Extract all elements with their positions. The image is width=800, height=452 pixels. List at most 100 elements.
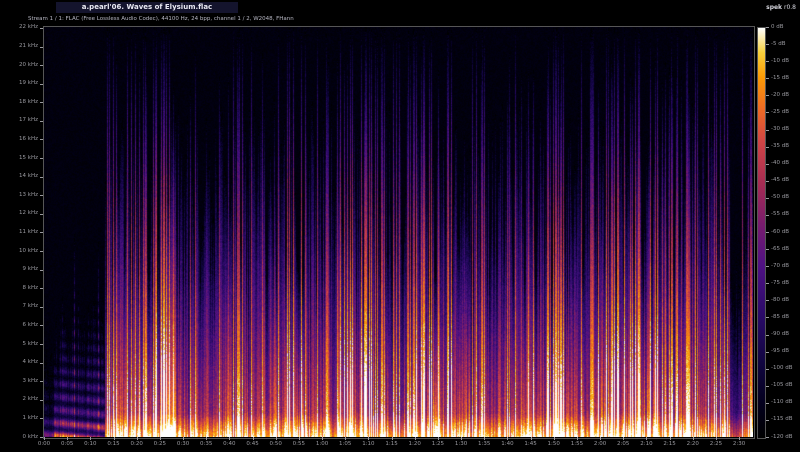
freq-tick-label: 17 kHz [0, 117, 38, 124]
freq-tick-label: 2 kHz [0, 396, 38, 403]
db-tick-mark [766, 232, 769, 233]
time-tick-mark [600, 437, 601, 440]
db-tick-label: -5 dB [771, 41, 786, 48]
freq-tick-label: 8 kHz [0, 285, 38, 292]
time-tick-label: 0:00 [38, 441, 50, 448]
app-name: spek [766, 4, 782, 11]
freq-tick-label: 19 kHz [0, 80, 38, 87]
time-tick-mark [461, 437, 462, 440]
time-tick-label: 2:30 [733, 441, 745, 448]
freq-tick-mark [40, 84, 43, 85]
db-tick-mark [766, 147, 769, 148]
time-tick-label: 1:35 [478, 441, 490, 448]
freq-tick-label: 6 kHz [0, 322, 38, 329]
db-tick-mark [766, 403, 769, 404]
freq-tick-mark [40, 418, 43, 419]
db-tick-label: -65 dB [771, 246, 789, 253]
time-tick-mark [183, 437, 184, 440]
db-tick-label: -100 dB [771, 365, 793, 372]
time-tick-mark [392, 437, 393, 440]
time-tick-label: 1:05 [339, 441, 351, 448]
app-version-label: spek r0.8 [766, 4, 796, 11]
time-tick-label: 2:00 [594, 441, 606, 448]
time-tick-mark [623, 437, 624, 440]
time-tick-mark [484, 437, 485, 440]
time-tick-label: 2:20 [687, 441, 699, 448]
freq-tick-label: 9 kHz [0, 266, 38, 273]
time-tick-mark [137, 437, 138, 440]
time-tick-mark [44, 437, 45, 440]
freq-tick-label: 1 kHz [0, 415, 38, 422]
time-tick-mark [577, 437, 578, 440]
db-tick-mark [766, 78, 769, 79]
freq-tick-mark [40, 288, 43, 289]
freq-tick-label: 10 kHz [0, 248, 38, 255]
freq-tick-mark [40, 232, 43, 233]
db-tick-label: -20 dB [771, 92, 789, 99]
freq-tick-mark [40, 325, 43, 326]
freq-tick-label: 15 kHz [0, 155, 38, 162]
db-tick-mark [766, 266, 769, 267]
track-title: a.pearl'06. Waves of Elysium.flac [58, 3, 236, 11]
time-tick-label: 0:55 [293, 441, 305, 448]
freq-tick-label: 0 kHz [0, 434, 38, 441]
time-tick-mark [114, 437, 115, 440]
db-tick-label: -110 dB [771, 399, 793, 406]
time-tick-label: 0:20 [130, 441, 142, 448]
time-tick-mark [229, 437, 230, 440]
db-tick-label: -75 dB [771, 280, 789, 287]
db-tick-mark [766, 44, 769, 45]
db-tick-mark [766, 249, 769, 250]
time-tick-mark [345, 437, 346, 440]
freq-tick-mark [40, 344, 43, 345]
time-tick-label: 2:25 [710, 441, 722, 448]
time-tick-mark [646, 437, 647, 440]
freq-tick-label: 7 kHz [0, 303, 38, 310]
db-tick-label: -120 dB [771, 434, 793, 441]
freq-tick-mark [40, 251, 43, 252]
time-tick-label: 0:25 [154, 441, 166, 448]
freq-tick-label: 22 kHz [0, 24, 38, 31]
db-tick-mark [766, 283, 769, 284]
time-tick-label: 0:30 [177, 441, 189, 448]
time-tick-mark [693, 437, 694, 440]
freq-tick-label: 14 kHz [0, 173, 38, 180]
time-tick-label: 2:15 [663, 441, 675, 448]
freq-tick-mark [40, 28, 43, 29]
db-tick-label: -30 dB [771, 126, 789, 133]
freq-tick-label: 16 kHz [0, 136, 38, 143]
time-tick-mark [415, 437, 416, 440]
db-tick-label: -60 dB [771, 229, 789, 236]
spek-window: a.pearl'06. Waves of Elysium.flac Stream… [0, 0, 800, 452]
spectrogram-canvas [44, 27, 753, 437]
db-tick-label: -105 dB [771, 382, 793, 389]
freq-tick-label: 18 kHz [0, 99, 38, 106]
db-tick-label: -50 dB [771, 194, 789, 201]
freq-tick-mark [40, 307, 43, 308]
db-tick-mark [766, 335, 769, 336]
db-tick-mark [766, 420, 769, 421]
db-tick-mark [766, 27, 769, 28]
freq-tick-label: 21 kHz [0, 43, 38, 50]
freq-tick-mark [40, 214, 43, 215]
freq-tick-label: 3 kHz [0, 378, 38, 385]
freq-tick-label: 12 kHz [0, 210, 38, 217]
freq-tick-label: 4 kHz [0, 359, 38, 366]
freq-tick-mark [40, 47, 43, 48]
time-tick-mark [206, 437, 207, 440]
time-tick-mark [716, 437, 717, 440]
db-tick-label: -90 dB [771, 331, 789, 338]
freq-tick-mark [40, 270, 43, 271]
db-tick-mark [766, 181, 769, 182]
freq-tick-mark [40, 158, 43, 159]
freq-tick-mark [40, 400, 43, 401]
freq-tick-mark [40, 381, 43, 382]
db-tick-label: -85 dB [771, 314, 789, 321]
db-tick-mark [766, 352, 769, 353]
app-version: r0.8 [784, 4, 796, 11]
time-tick-mark [554, 437, 555, 440]
freq-tick-label: 13 kHz [0, 192, 38, 199]
time-tick-mark [739, 437, 740, 440]
db-tick-mark [766, 369, 769, 370]
freq-tick-mark [40, 139, 43, 140]
